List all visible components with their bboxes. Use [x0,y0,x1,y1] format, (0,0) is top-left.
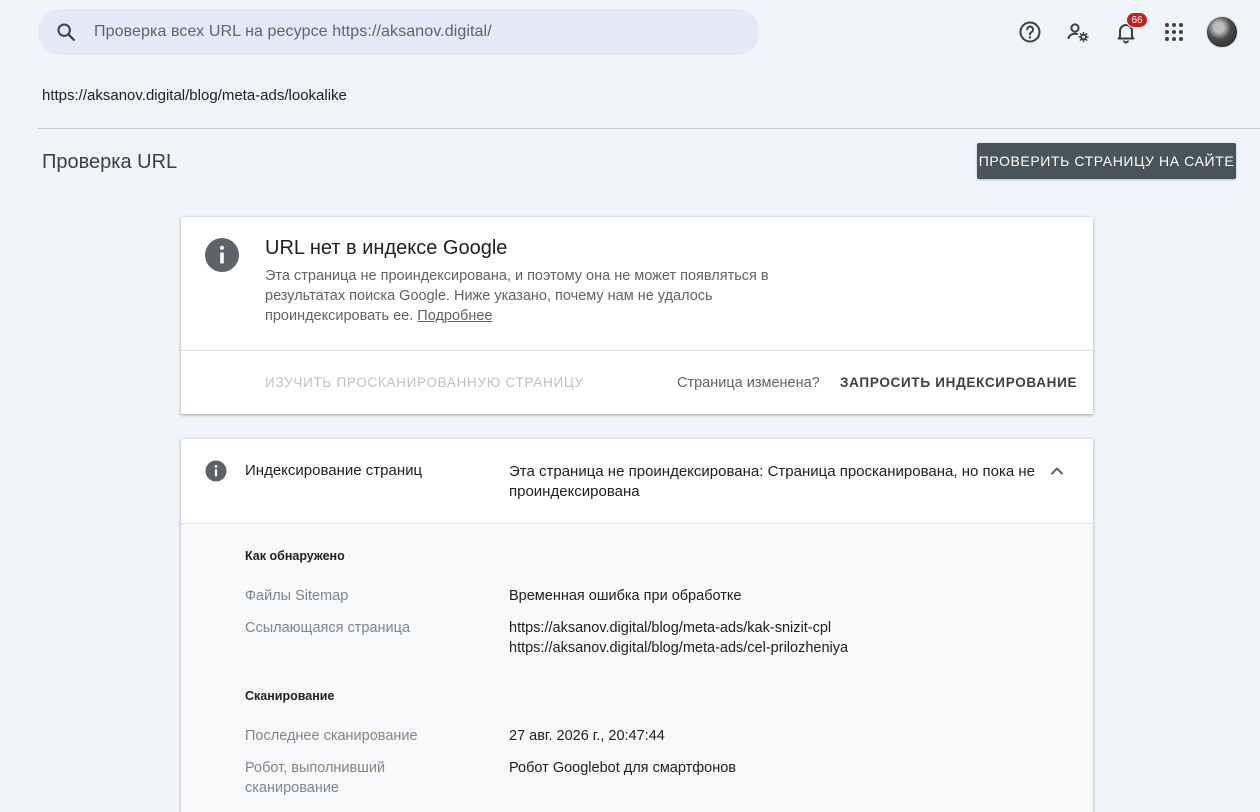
last-crawl-value: 27 авг. 2026 г., 20:47:44 [509,728,665,744]
page-title: Проверка URL [42,151,178,173]
crawl-heading: Сканирование [245,689,335,703]
avatar[interactable] [1206,16,1238,48]
info-icon [205,460,227,487]
notifications-icon[interactable]: 66 [1102,12,1150,50]
top-bar-actions: 66 [1006,12,1246,50]
sitemaps-value: Временная ошибка при обработке [509,588,742,604]
url-inspection-search[interactable]: Проверка всех URL на ресурсе https://aks… [38,9,760,55]
referring-page-value[interactable]: https://aksanov.digital/blog/meta-ads/ka… [509,618,831,638]
last-crawl-label: Последнее сканирование [245,728,418,744]
status-title: URL нет в индексе Google [265,237,508,259]
chevron-up-icon[interactable] [1045,459,1069,488]
crawled-as-label: Робот, выполнивший сканирование [245,760,386,796]
avatar-wrap[interactable] [1198,14,1246,50]
referring-page-value[interactable]: https://aksanov.digital/blog/meta-ads/ce… [509,638,848,658]
page-indexing-card: Индексирование страниц Эта страница не п… [181,439,1093,812]
apps-icon[interactable] [1150,14,1198,50]
page-indexing-verdict: Эта страница не проиндексирована: Страни… [509,463,1035,500]
search-icon [38,21,94,43]
sitemaps-label: Файлы Sitemap [245,588,349,604]
test-live-url-button[interactable]: ПРОВЕРИТЬ СТРАНИЦУ НА САЙТЕ [977,143,1236,179]
page-indexing-header[interactable]: Индексирование страниц Эта страница не п… [181,439,1093,524]
divider [38,128,1260,129]
view-crawled-page-button[interactable]: ИЗУЧИТЬ ПРОСКАНИРОВАННУЮ СТРАНИЦУ [265,375,584,390]
help-icon[interactable] [1006,14,1054,50]
request-indexing-button[interactable]: ЗАПРОСИТЬ ИНДЕКСИРОВАНИЕ [840,375,1077,390]
learn-more-link[interactable]: Подробнее [417,308,492,324]
index-status-card: URL нет в индексе Google Эта страница не… [181,217,1093,414]
search-placeholder[interactable]: Проверка всех URL на ресурсе https://aks… [94,23,492,41]
status-actions: ИЗУЧИТЬ ПРОСКАНИРОВАННУЮ СТРАНИЦУ Страни… [181,350,1093,414]
page-indexing-label: Индексирование страниц [245,462,423,479]
inspected-url: https://aksanov.digital/blog/meta-ads/lo… [42,87,347,104]
page-changed-label: Страница изменена? [677,375,820,391]
referring-page-label: Ссылающаяся страница [245,620,411,636]
info-icon [204,237,240,278]
crawled-as-value: Робот Googlebot для смартфонов [509,760,737,776]
manage-account-icon[interactable] [1054,14,1102,50]
page-indexing-details: Как обнаружено Файлы Sitemap Временная о… [181,524,1093,812]
status-description-text: Эта страница не проиндексирована, и поэт… [265,268,769,324]
notifications-badge: 66 [1126,12,1148,28]
status-description: Эта страница не проиндексирована, и поэт… [265,266,825,326]
discovery-heading: Как обнаружено [245,549,345,563]
